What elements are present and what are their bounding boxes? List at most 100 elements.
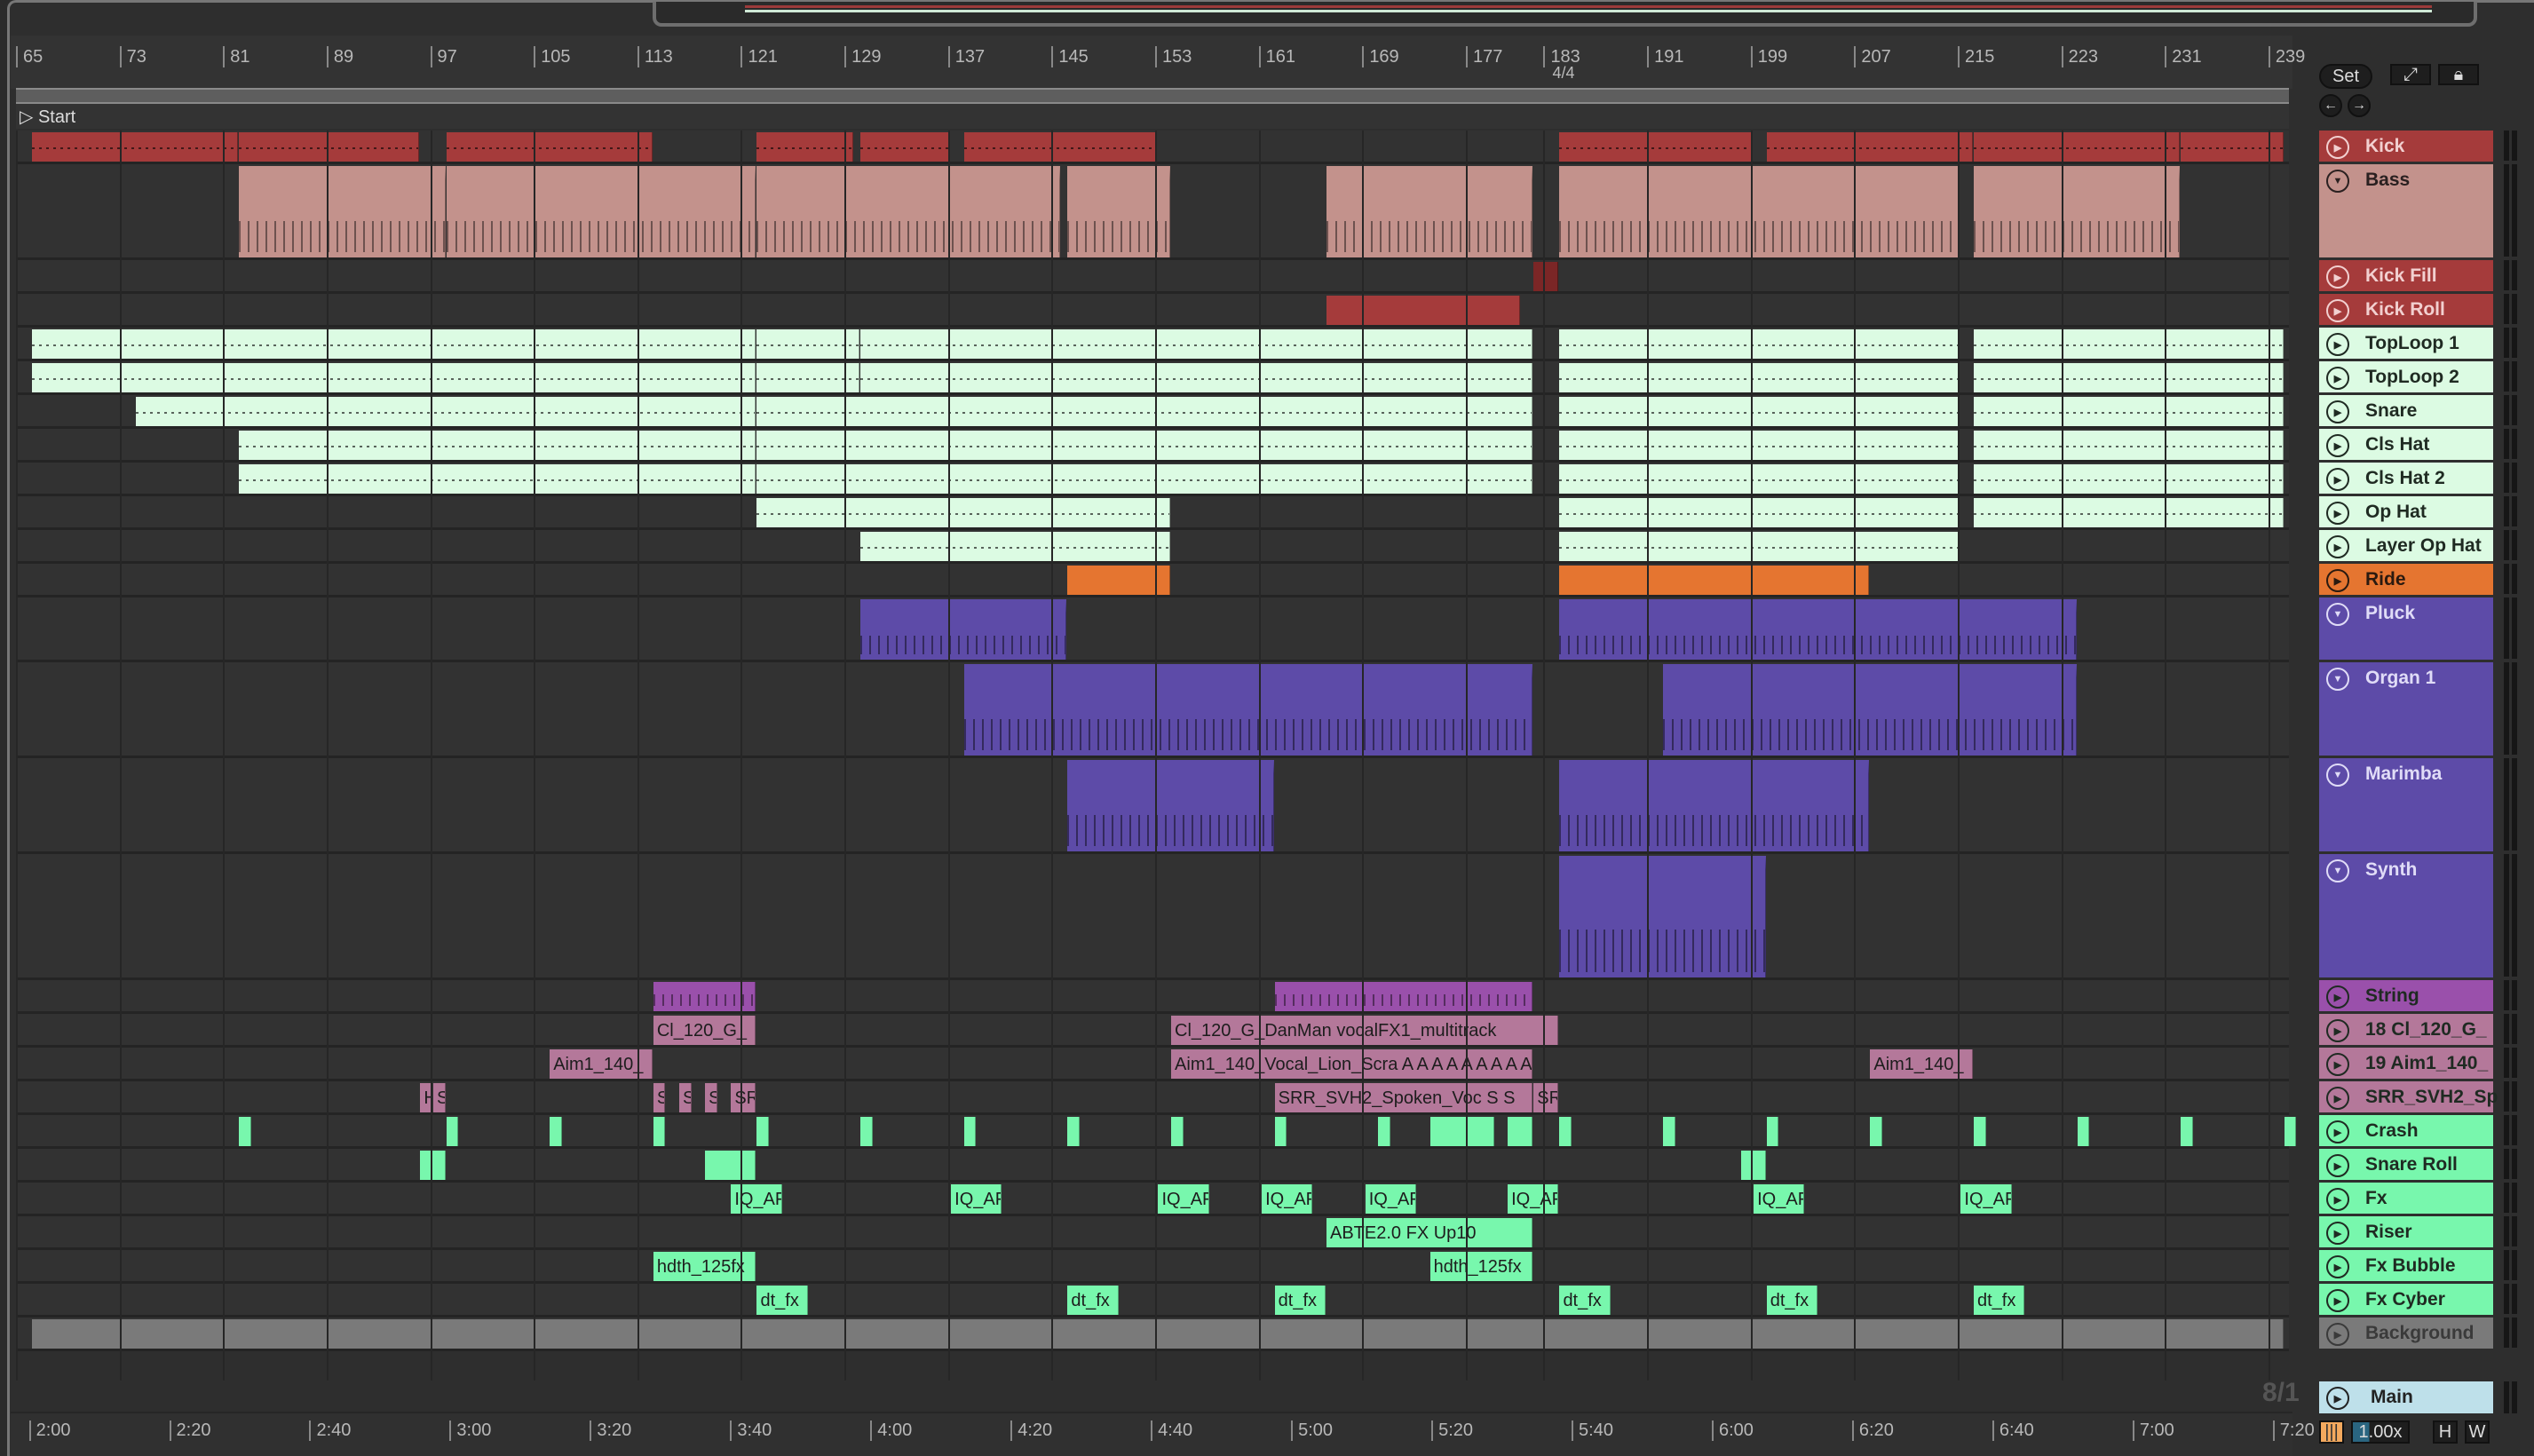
clip[interactable] — [1067, 760, 1274, 851]
locator-start[interactable]: ▷ Start — [20, 106, 75, 128]
track-header[interactable]: ▶ TopLoop 1 — [2319, 328, 2493, 359]
track-header[interactable]: ▶ Layer Op Hat — [2319, 530, 2493, 561]
clip[interactable] — [1974, 431, 2284, 460]
clip[interactable]: H — [420, 1083, 432, 1112]
time-signature-marker[interactable]: 4/4 — [1552, 64, 1574, 83]
clip[interactable] — [446, 1117, 459, 1146]
clip[interactable]: hdth_125fx — [1429, 1252, 1533, 1281]
clip[interactable] — [756, 498, 1171, 527]
track-header[interactable]: ▶ Snare — [2319, 395, 2493, 426]
track-lane[interactable] — [16, 1318, 2289, 1351]
clip[interactable] — [756, 464, 1533, 494]
clip[interactable]: SR — [731, 1083, 756, 1112]
track-lane[interactable] — [16, 328, 2289, 361]
clip[interactable]: Aim1_140_ — [550, 1049, 653, 1079]
play-icon[interactable]: ▶ — [2326, 1053, 2349, 1076]
play-icon[interactable]: ▶ — [2326, 535, 2349, 558]
clip[interactable]: Cl_120_G_DanMan vocalFX1_multitrack — [1171, 1016, 1559, 1045]
clip[interactable] — [860, 532, 1171, 561]
clip[interactable] — [653, 1117, 666, 1146]
clip[interactable] — [1559, 329, 1960, 359]
clip[interactable]: SR — [1533, 1083, 1559, 1112]
bar-ruler[interactable]: 65 73 81 89 97 105 113 121 129 137 145 153 161 169 177… — [11, 36, 2305, 89]
clip[interactable] — [1974, 166, 2181, 257]
clip[interactable] — [2284, 1117, 2297, 1146]
clip[interactable] — [756, 1117, 770, 1146]
track-header[interactable]: ▶ Fx Bubble — [2319, 1250, 2493, 1281]
track-header[interactable]: ▶ Fx — [2319, 1183, 2493, 1214]
track-header[interactable]: ▶ 19 Aim1_140_ — [2319, 1048, 2493, 1079]
clip[interactable]: S — [705, 1083, 717, 1112]
clip[interactable] — [860, 599, 1067, 660]
play-icon[interactable]: ▶ — [2326, 333, 2349, 356]
clip[interactable] — [1559, 498, 1960, 527]
clip[interactable] — [963, 1117, 977, 1146]
clip[interactable] — [1559, 566, 1870, 595]
clip[interactable] — [1326, 166, 1533, 257]
fold-icon[interactable]: ▼ — [2326, 764, 2349, 787]
track-header-main[interactable]: ▶ Main — [2319, 1381, 2493, 1413]
play-icon[interactable]: ▶ — [2326, 468, 2349, 491]
clip[interactable] — [1766, 1117, 1779, 1146]
clip[interactable]: IQ_AF — [1754, 1184, 1805, 1214]
clip[interactable] — [963, 132, 1158, 162]
track-lane[interactable] — [16, 294, 2289, 328]
play-icon[interactable]: ▶ — [2326, 1323, 2349, 1346]
play-icon[interactable]: ▶ — [2326, 265, 2349, 289]
clip[interactable]: dt_fx — [1559, 1286, 1611, 1315]
clip[interactable] — [1559, 363, 1960, 392]
track-header[interactable]: ▶ Kick Fill — [2319, 260, 2493, 291]
h-button[interactable]: H — [2433, 1420, 2458, 1444]
clip[interactable] — [1559, 532, 1960, 561]
set-button[interactable]: Set — [2319, 64, 2372, 89]
clip[interactable] — [1067, 566, 1171, 595]
clip[interactable]: IQ_AF — [1158, 1184, 1209, 1214]
clip[interactable] — [1974, 397, 2284, 426]
track-lane[interactable] — [16, 361, 2289, 395]
clip[interactable] — [446, 166, 756, 257]
clip[interactable]: Aim1_140_ — [1870, 1049, 1973, 1079]
clip[interactable] — [860, 329, 1533, 359]
clip[interactable]: IQ_AF — [951, 1184, 1002, 1214]
clip[interactable] — [2077, 1117, 2090, 1146]
clip[interactable] — [2181, 1117, 2193, 1146]
clip[interactable]: hdth_125fx — [653, 1252, 756, 1281]
track-lane[interactable]: dt_fx dt_fx dt_fx dt_fx dt_fx dt_fx — [16, 1284, 2289, 1318]
track-header[interactable]: ▼ Bass — [2319, 164, 2493, 257]
clip[interactable] — [1274, 982, 1533, 1011]
clip[interactable]: S — [679, 1083, 692, 1112]
track-header[interactable]: ▶ TopLoop 2 — [2319, 361, 2493, 392]
track-header[interactable]: ▼ Organ 1 — [2319, 662, 2493, 756]
clip[interactable] — [1067, 1117, 1080, 1146]
clip[interactable] — [756, 166, 1061, 257]
track-lane[interactable] — [16, 260, 2289, 294]
track-lane[interactable] — [16, 758, 2289, 854]
clip[interactable]: dt_fx — [1974, 1286, 2025, 1315]
clip[interactable] — [1974, 363, 2284, 392]
track-header[interactable]: ▶ Cls Hat 2 — [2319, 463, 2493, 494]
clip[interactable] — [1559, 599, 2077, 660]
clip[interactable]: ABTE2.0 FX Up10 — [1326, 1218, 1533, 1247]
clip[interactable] — [239, 166, 446, 257]
clip[interactable] — [756, 397, 1533, 426]
play-icon[interactable]: ▶ — [2326, 1019, 2349, 1042]
track-header[interactable]: ▶ Kick Roll — [2319, 294, 2493, 325]
clip[interactable] — [239, 431, 756, 460]
clip[interactable] — [1326, 296, 1520, 325]
play-icon[interactable]: ▶ — [2326, 1289, 2349, 1312]
track-header[interactable]: ▶ Fx Cyber — [2319, 1284, 2493, 1315]
track-lane[interactable] — [16, 530, 2289, 564]
clip[interactable] — [1559, 397, 1960, 426]
clip[interactable]: IQ_AF — [1262, 1184, 1313, 1214]
clip[interactable] — [756, 132, 853, 162]
clip[interactable]: dt_fx — [756, 1286, 808, 1315]
w-button[interactable]: W — [2465, 1420, 2490, 1444]
fold-icon[interactable]: ▼ — [2326, 668, 2349, 691]
track-lane[interactable] — [16, 854, 2289, 980]
clip[interactable] — [1974, 464, 2284, 494]
clip[interactable] — [756, 431, 1533, 460]
track-header[interactable]: ▼ Pluck — [2319, 597, 2493, 660]
clip[interactable] — [756, 363, 860, 392]
clip[interactable] — [239, 132, 420, 162]
clip[interactable] — [446, 132, 653, 162]
